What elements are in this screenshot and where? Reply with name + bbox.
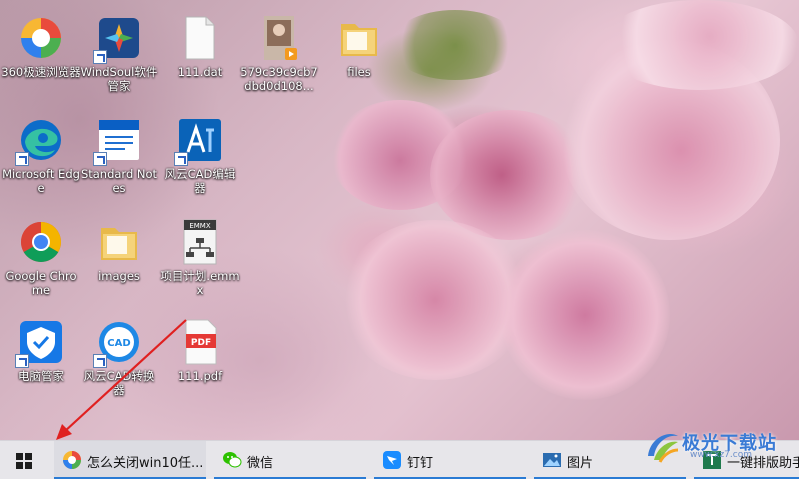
wechat-icon [222,450,242,470]
windows-logo-icon [16,453,32,469]
360-browser-icon [62,450,82,470]
taskbar-item-label: 钉钉 [407,456,434,471]
taskbar-item-label: 怎么关闭win10任... [87,456,204,471]
site-watermark: 极光下载站 www.xz7.com [632,420,799,479]
dingtalk-icon [382,450,402,470]
taskbar-item-dingtalk[interactable]: 钉钉 [374,441,526,479]
start-button[interactable] [0,441,48,479]
taskbar-item-browser[interactable]: 怎么关闭win10任... [54,441,206,479]
taskbar-item-label: 微信 [247,456,274,471]
annotation-arrow [56,319,187,440]
watermark-url: www.xz7.com [690,450,752,460]
taskbar-item-label: 图片 [567,456,594,471]
taskbar-item-wechat[interactable]: 微信 [214,441,366,479]
watermark-logo-icon [648,434,679,463]
photos-icon [542,450,562,470]
